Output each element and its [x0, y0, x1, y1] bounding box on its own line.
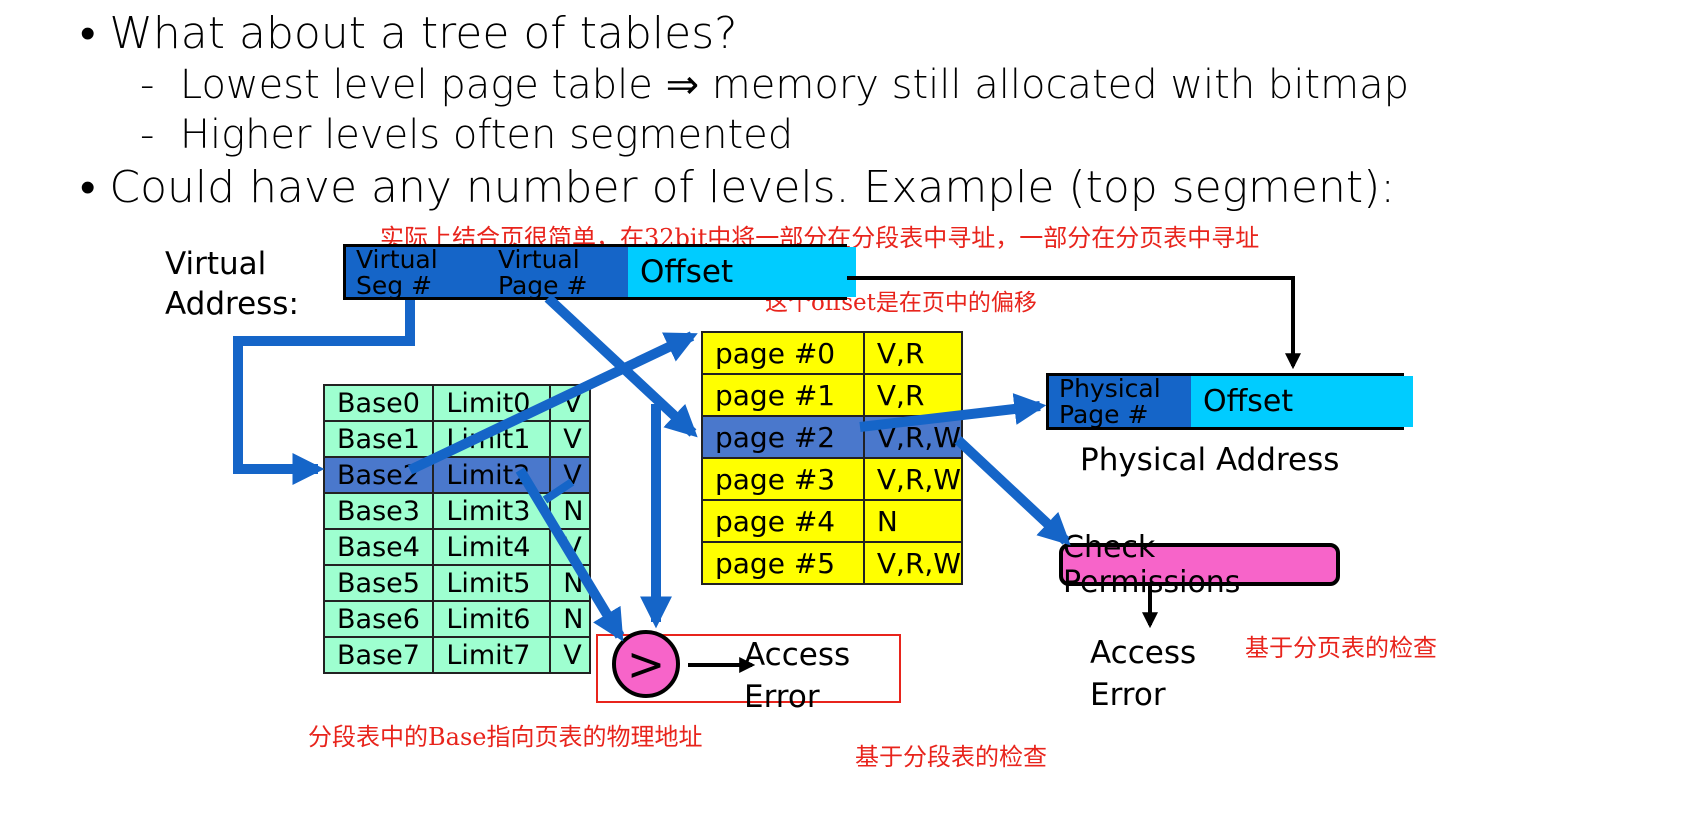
segment-flag: V [549, 528, 591, 566]
page-row: page #4 N [701, 499, 964, 543]
segment-row: Base0 Limit0 V [322, 384, 591, 422]
physical-page-field: Physical Page # [1049, 374, 1197, 429]
virtual-address-label-line2: Address: [165, 286, 299, 322]
segment-flag: N [549, 600, 591, 638]
bullet-1-sub-1: - Lowest level page table ⇒ memory still… [140, 62, 1409, 108]
page-table: page #0 V,R page #1 V,R page #2 V,R,W page … [701, 331, 964, 585]
segment-row: Base1 Limit1 V [322, 420, 591, 458]
segment-limit: Limit4 [432, 528, 552, 566]
page-check-note: 基于分页表的检查 [1245, 634, 1437, 662]
segment-base: Base6 [322, 600, 435, 638]
virtual-address-label: Virtual Address: [165, 244, 299, 324]
segment-row: Base4 Limit4 V [322, 528, 591, 566]
physical-offset-field: Offset [1191, 376, 1413, 427]
page-row: page #5 V,R,W [701, 541, 964, 585]
segment-limit: Limit0 [432, 384, 552, 422]
page-number: page #0 [701, 331, 865, 375]
segment-limit: Limit3 [432, 492, 552, 530]
segment-base: Base5 [322, 564, 435, 602]
segment-flag: N [549, 564, 591, 602]
seg-check-note: 基于分段表的检查 [855, 743, 1047, 771]
bullet-1-sub-2-text: Higher levels often segmented [179, 112, 794, 158]
segment-row: Base5 Limit5 N [322, 564, 591, 602]
bullet-2-text: Could have any number of levels. Example… [109, 162, 1396, 213]
access-error-left-line2: Error [744, 679, 820, 715]
segment-base: Base1 [322, 420, 435, 458]
page-row: page #1 V,R [701, 373, 964, 417]
page-number: page #4 [701, 499, 865, 543]
access-error-left: Access Error [744, 634, 850, 718]
base-note: 分段表中的Base指向页表的物理地址 [308, 723, 703, 751]
segment-base: Base3 [322, 492, 435, 530]
page-number: page #5 [701, 541, 865, 585]
segment-flag: V [549, 636, 591, 674]
page-perm: N [862, 499, 964, 543]
page-perm: V,R [862, 331, 964, 375]
access-error-left-line1: Access [744, 637, 851, 673]
bullet-1-sub-1-text: Lowest level page table ⇒ memory still a… [179, 62, 1409, 108]
segment-flag: V [549, 420, 591, 458]
segment-base: Base0 [322, 384, 435, 422]
segment-row: Base6 Limit6 N [322, 600, 591, 638]
dash-mark: - [140, 62, 155, 108]
check-permissions-box: Check Permissions [1059, 530, 1340, 600]
segment-base: Base4 [322, 528, 435, 566]
comparator-symbol: > [626, 637, 666, 691]
page-number: page #2 [701, 415, 865, 459]
page-perm: V,R,W [862, 415, 964, 459]
page-row-selected: page #2 V,R,W [701, 415, 964, 459]
segment-limit: Limit5 [432, 564, 552, 602]
segment-limit: Limit7 [432, 636, 552, 674]
virtual-page-line1: Virtual [498, 245, 580, 274]
access-error-right-line1: Access [1090, 635, 1197, 671]
bullet-2: • Could have any number of levels. Examp… [80, 162, 1395, 213]
virtual-seg-line2: Seg # [356, 271, 433, 300]
virtual-seg-line1: Virtual [356, 245, 438, 274]
page-row: page #3 V,R,W [701, 457, 964, 501]
page-to-check-arrow [954, 436, 1071, 546]
page-number: page #1 [701, 373, 865, 417]
virtual-page-field: Virtual Page # [488, 245, 634, 300]
physical-page-line1: Physical [1059, 374, 1161, 403]
dash-mark: - [140, 112, 155, 158]
page-perm: V,R [862, 373, 964, 417]
access-error-right-line2: Error [1090, 677, 1166, 713]
segment-row: Base7 Limit7 V [322, 636, 591, 674]
segment-table: Base0 Limit0 V Base1 Limit1 V Base2 Limit2 V B… [322, 384, 591, 674]
segment-limit: Limit2 [432, 456, 552, 494]
segment-row-selected: Base2 Limit2 V [322, 456, 591, 494]
page-perm: V,R,W [862, 457, 964, 501]
segment-flag: N [549, 492, 591, 530]
segment-limit: Limit1 [432, 420, 552, 458]
bullet-1-sub-2: - Higher levels often segmented [140, 112, 793, 158]
segment-base: Base2 [322, 456, 435, 494]
virtual-page-line2: Page # [498, 271, 588, 300]
segment-limit: Limit6 [432, 600, 552, 638]
virtual-address-label-line1: Virtual [165, 246, 267, 282]
bullet-1-text: What about a tree of tables? [109, 8, 738, 59]
physical-page-line2: Page # [1059, 400, 1149, 429]
segment-row: Base3 Limit3 N [322, 492, 591, 530]
segment-flag: V [549, 384, 591, 422]
check-permissions-label: Check Permissions [1063, 529, 1241, 600]
physical-address-caption: Physical Address [1080, 442, 1340, 478]
comparator-circle: > [612, 630, 680, 698]
page-number: page #3 [701, 457, 865, 501]
bullet-mark: • [80, 162, 96, 213]
virtual-seg-field: Virtual Seg # [346, 245, 494, 300]
virtual-address-box: Virtual Seg # Virtual Page # Offset [343, 244, 856, 300]
virtual-offset-field: Offset [628, 247, 856, 297]
bullet-mark: • [80, 8, 96, 59]
access-error-right: Access Error [1090, 632, 1196, 716]
segment-flag: V [549, 456, 591, 494]
page-row: page #0 V,R [701, 331, 964, 375]
physical-address-box: Physical Page # Offset [1046, 373, 1413, 430]
bullet-1: • What about a tree of tables? [80, 8, 738, 59]
page-perm: V,R,W [862, 541, 964, 585]
segment-base: Base7 [322, 636, 435, 674]
